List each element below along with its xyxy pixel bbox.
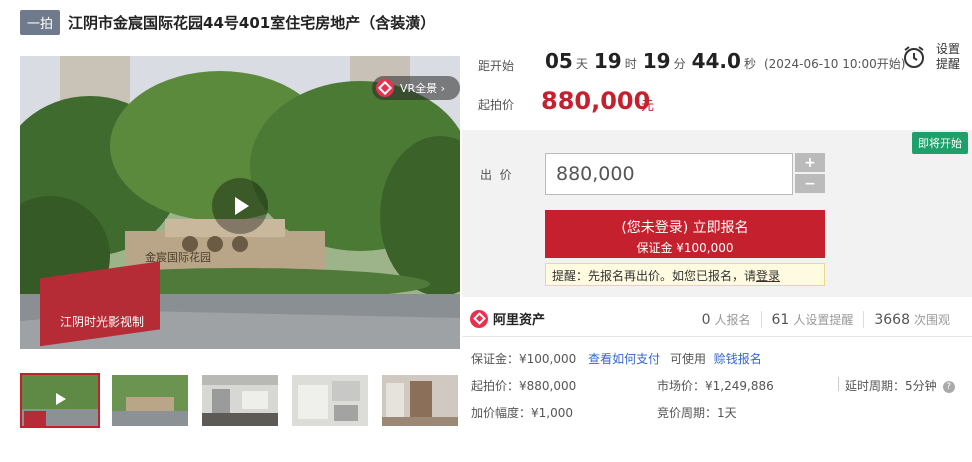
help-icon[interactable]: ? — [942, 380, 955, 393]
credit-signup-link[interactable]: 赊钱报名 — [714, 352, 762, 366]
entrance-sign-text: 金宸国际花园 — [145, 250, 211, 264]
countdown-start-time: (2024-06-10 10:00开始) — [763, 57, 906, 71]
countdown-minutes-unit: 分 — [673, 57, 686, 71]
market-price-value: ¥1,249,886 — [705, 379, 774, 393]
thumbnail-3[interactable] — [200, 373, 280, 428]
platform-logo: 阿里资产 — [470, 309, 545, 328]
auction-round-tag: 一拍 — [20, 9, 61, 35]
stat-reminders-label: 人设置提醒 — [793, 313, 854, 327]
divider — [838, 377, 839, 391]
countdown-minutes: 19 — [642, 49, 671, 73]
bid-label: 出 价 — [480, 168, 512, 182]
signup-deposit-label: 保证金 ¥100,000 — [636, 241, 734, 255]
vr-icon — [376, 79, 394, 97]
tip-text: 提醒：先报名再出价。如您已报名，请 — [552, 269, 757, 283]
delay-cycle-label: 延时周期： — [845, 379, 906, 393]
bid-increase-button[interactable]: + — [795, 153, 825, 172]
deposit-label: 保证金： — [471, 352, 520, 366]
ali-assets-icon — [470, 309, 488, 328]
start-price-info: 起拍价：¥880,000 — [471, 377, 576, 394]
stat-views-count: 3668 — [874, 312, 910, 328]
how-to-pay-link[interactable]: 查看如何支付 — [588, 352, 660, 366]
thumbnail-2[interactable] — [110, 373, 190, 428]
play-video-button[interactable] — [212, 178, 268, 234]
start-price-label: 起拍价 — [478, 98, 515, 112]
stat-signups: 0 人报名 — [692, 311, 761, 328]
stat-views: 3668 次围观 — [863, 311, 960, 328]
reminder-label-line2: 提醒 — [936, 57, 961, 71]
login-link[interactable]: 登录 — [756, 269, 780, 283]
thumbnail-1[interactable] — [20, 373, 100, 428]
countdown-label: 距开始 — [478, 59, 515, 73]
signup-button[interactable]: (您未登录) 立即报名 保证金 ¥100,000 — [545, 210, 825, 258]
vr-panorama-button[interactable]: VR全景 › — [372, 76, 460, 100]
countdown-seconds: 44.0 — [691, 49, 741, 73]
stat-reminders-count: 61 — [771, 312, 790, 328]
start-price-unit: 元 — [641, 99, 655, 114]
detail-start-price-label: 起拍价： — [471, 379, 520, 393]
stat-signups-count: 0 — [701, 312, 711, 328]
countdown: 05 天 19 时 19 分 44.0 秒 (2024-06-10 10:00开… — [545, 49, 905, 73]
bidding-cycle-value: 1天 — [717, 406, 737, 420]
page-title: 江阴市金宸国际花园44号401室住宅房地产（含装潢） — [68, 13, 436, 32]
bidding-cycle-label: 竞价周期： — [657, 406, 718, 420]
title-row: 一拍 江阴市金宸国际花园44号401室住宅房地产（含装潢） — [20, 9, 436, 35]
thumbnail-4[interactable] — [290, 373, 370, 428]
countdown-days-unit: 天 — [575, 57, 588, 71]
thumbnail-strip — [20, 373, 470, 428]
banner-text: 江阴时光影视制 — [60, 314, 144, 329]
delay-cycle-value: 5分钟 — [905, 379, 937, 393]
market-price-label: 市场价： — [657, 379, 706, 393]
start-price-value: 880,000 — [541, 87, 651, 115]
thumbnail-5[interactable] — [380, 373, 460, 428]
login-tip: 提醒：先报名再出价。如您已报名，请登录 — [545, 263, 825, 286]
stat-views-label: 次围观 — [913, 313, 950, 327]
bid-amount-input[interactable] — [545, 153, 793, 195]
signup-button-label: (您未登录) 立即报名 — [621, 220, 749, 236]
countdown-days: 05 — [545, 49, 573, 73]
increment-value: ¥1,000 — [531, 406, 574, 420]
stat-reminders: 61 人设置提醒 — [760, 311, 864, 328]
usable-text: 可使用 — [669, 352, 706, 366]
countdown-hours-unit: 时 — [624, 57, 637, 71]
increment-info: 加价幅度：¥1,000 — [471, 404, 573, 421]
delay-cycle-info: 延时周期：5分钟? — [845, 377, 955, 394]
bid-decrease-button[interactable]: − — [795, 174, 825, 193]
deposit-info: 保证金：¥100,000 查看如何支付 可使用 赊钱报名 — [471, 350, 762, 367]
auction-stats: 0 人报名 61 人设置提醒 3668 次围观 — [692, 311, 960, 328]
stat-signups-label: 人报名 — [714, 313, 751, 327]
countdown-hours: 19 — [593, 49, 622, 73]
bidding-cycle-info: 竞价周期：1天 — [657, 404, 737, 421]
set-reminder-button[interactable]: 设置 提醒 — [900, 42, 960, 72]
reminder-label-line1: 设置 — [936, 42, 961, 56]
alarm-clock-icon — [904, 46, 924, 68]
vr-label: VR全景 › — [400, 82, 446, 95]
platform-row: 阿里资产 0 人报名 61 人设置提醒 3668 次围观 — [462, 301, 972, 337]
bid-panel: 即将开始 出 价 + − (您未登录) 立即报名 保证金 ¥100,000 提醒… — [462, 130, 972, 297]
detail-start-price-value: ¥880,000 — [519, 379, 577, 393]
status-badge: 即将开始 — [912, 132, 968, 154]
platform-name: 阿里资产 — [493, 313, 546, 328]
market-price-info: 市场价：¥1,249,886 — [657, 377, 774, 394]
countdown-seconds-unit: 秒 — [743, 57, 756, 71]
increment-label: 加价幅度： — [471, 406, 532, 420]
deposit-value: ¥100,000 — [519, 352, 577, 366]
